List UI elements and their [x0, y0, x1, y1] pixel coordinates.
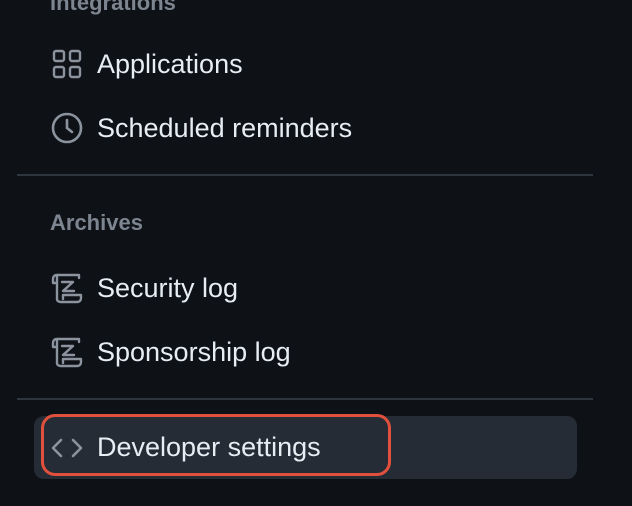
section-heading-archives: Archives	[50, 210, 143, 235]
sidebar-item-label: Developer settings	[97, 432, 321, 462]
log-icon	[50, 271, 84, 305]
sidebar-item-developer-settings[interactable]: Developer settings	[34, 416, 577, 479]
sidebar-item-label: Sponsorship log	[97, 336, 291, 367]
divider	[17, 174, 593, 176]
sidebar-item-sponsorship-log[interactable]: Sponsorship log	[34, 323, 577, 381]
section-heading-integrations: Integrations	[50, 0, 176, 15]
sidebar-item-scheduled-reminders[interactable]: Scheduled reminders	[34, 99, 577, 157]
sidebar-item-label: Security log	[97, 272, 239, 303]
sidebar-item-security-log[interactable]: Security log	[34, 259, 577, 317]
apps-grid-icon	[50, 47, 84, 81]
code-icon	[50, 431, 84, 465]
clock-icon	[50, 111, 84, 145]
log-icon	[50, 335, 84, 369]
sidebar-item-label: Scheduled reminders	[97, 112, 353, 143]
sidebar-item-label: Applications	[97, 48, 243, 79]
sidebar-item-applications[interactable]: Applications	[34, 35, 577, 93]
divider	[17, 398, 593, 400]
